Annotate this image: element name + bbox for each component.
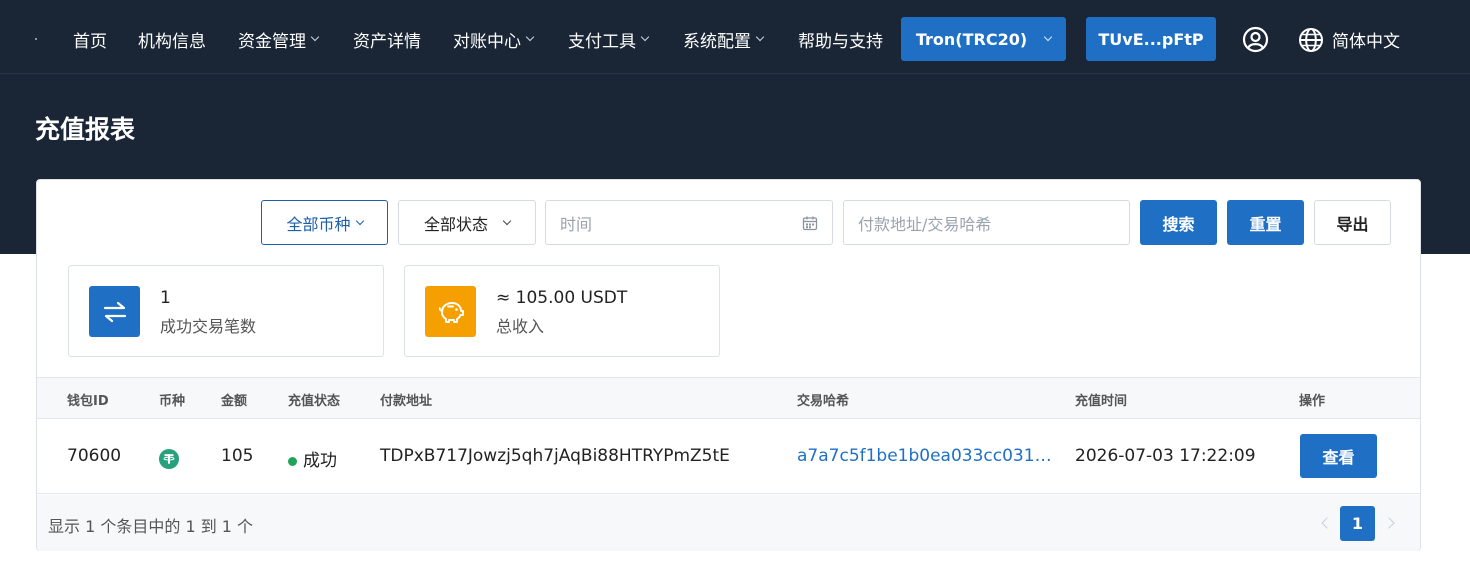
column-header-payer-address: 付款地址 bbox=[380, 394, 433, 409]
wallet-label: TUvE...pFtP bbox=[1098, 29, 1204, 49]
nav-item-label: 资金管理 bbox=[238, 31, 306, 52]
network-select-button[interactable]: Tron(TRC20) bbox=[901, 17, 1066, 61]
cell-wallet-id: 70600 bbox=[67, 446, 122, 466]
chevron-down-icon bbox=[355, 216, 364, 225]
column-header-wallet-id: 钱包ID bbox=[67, 394, 109, 409]
cell-status: 成功 bbox=[288, 446, 337, 471]
currency-filter-select[interactable]: 全部币种 bbox=[261, 200, 388, 245]
tx-hash-link[interactable]: a7a7c5f1be1b0ea033cc031… bbox=[797, 446, 1052, 466]
piggy-bank-icon bbox=[425, 286, 476, 337]
nav-item-label: 对账中心 bbox=[453, 31, 521, 52]
time-placeholder: 时间 bbox=[560, 214, 593, 234]
column-header-status: 充值状态 bbox=[288, 394, 341, 409]
chevron-down-icon bbox=[502, 216, 512, 225]
user-circle-icon[interactable] bbox=[1242, 26, 1269, 53]
stat-value: 1 bbox=[160, 288, 171, 308]
time-range-input[interactable]: 时间 bbox=[545, 200, 833, 245]
stat-label: 总收入 bbox=[496, 317, 545, 336]
nav-item-institution[interactable]: 机构信息 bbox=[138, 26, 206, 52]
nav-item-label: 系统配置 bbox=[683, 31, 751, 52]
stat-value: ≈ 105.00 USDT bbox=[496, 288, 628, 308]
chevron-down-icon bbox=[1043, 32, 1053, 42]
nav-item-assets[interactable]: 资产详情 bbox=[353, 26, 421, 52]
pagination-page-1[interactable]: 1 bbox=[1340, 506, 1375, 541]
chevron-down-icon bbox=[640, 32, 650, 42]
wallet-address-button[interactable]: TUvE...pFtP bbox=[1086, 17, 1216, 61]
status-filter-label: 全部状态 bbox=[423, 214, 488, 234]
tether-icon bbox=[159, 449, 179, 469]
cell-time: 2026-07-03 17:22:09 bbox=[1075, 446, 1256, 466]
stat-label: 成功交易笔数 bbox=[160, 317, 257, 336]
cell-payer-address: TDPxB717Jowzj5qh7jAqBi88HTRYPmZ5tE bbox=[380, 446, 730, 466]
export-button[interactable]: 导出 bbox=[1314, 200, 1391, 245]
chevron-down-icon bbox=[755, 32, 765, 42]
chevron-left-icon[interactable] bbox=[1321, 517, 1333, 529]
currency-filter-label: 全部币种 bbox=[286, 214, 351, 234]
page-title: 充值报表 bbox=[35, 115, 136, 144]
network-label: Tron(TRC20) bbox=[915, 29, 1028, 49]
address-hash-search-input[interactable]: 付款地址/交易哈希 bbox=[843, 200, 1130, 245]
nav-item-payment-tools[interactable]: 支付工具 bbox=[568, 26, 650, 52]
nav-item-home[interactable]: 首页 bbox=[73, 26, 107, 52]
status-text: 成功 bbox=[303, 451, 337, 471]
report-card: 全部币种 全部状态 时间 付款地址/交易哈希 搜索 重置 导出 1 成功交易笔数… bbox=[36, 179, 1421, 551]
chevron-right-icon[interactable] bbox=[1383, 517, 1395, 529]
chevron-down-icon bbox=[310, 32, 320, 42]
calendar-icon bbox=[802, 215, 818, 231]
pagination-summary: 显示 1 个条目中的 1 到 1 个 bbox=[48, 517, 254, 536]
table-header: 钱包ID 币种 金额 充值状态 付款地址 交易哈希 充值时间 操作 bbox=[37, 377, 1420, 419]
table-footer: 显示 1 个条目中的 1 到 1 个 1 bbox=[37, 495, 1420, 551]
language-selector[interactable]: 简体中文 bbox=[1298, 26, 1400, 53]
nav-item-label: 机构信息 bbox=[138, 31, 206, 52]
column-header-action: 操作 bbox=[1299, 394, 1326, 409]
stat-card-total-income: ≈ 105.00 USDT 总收入 bbox=[404, 265, 720, 357]
column-header-time: 充值时间 bbox=[1075, 394, 1128, 409]
nav-item-funds[interactable]: 资金管理 bbox=[238, 26, 320, 52]
top-navigation: 首页 机构信息 资金管理 资产详情 对账中心 支付工具 系统配置 帮助与支持 T… bbox=[0, 4, 1470, 74]
column-header-tx-hash: 交易哈希 bbox=[797, 394, 850, 409]
table-row: 70600 105 成功 TDPxB717Jowzj5qh7jAqBi88HTR… bbox=[37, 419, 1420, 494]
nav-item-label: 资产详情 bbox=[353, 31, 421, 52]
chevron-down-icon bbox=[525, 32, 535, 42]
nav-item-label: 帮助与支持 bbox=[798, 31, 883, 52]
globe-icon bbox=[1298, 27, 1324, 53]
status-filter-select[interactable]: 全部状态 bbox=[398, 200, 536, 245]
column-header-amount: 金额 bbox=[221, 394, 248, 409]
nav-item-reconciliation[interactable]: 对账中心 bbox=[453, 26, 535, 52]
swap-arrows-icon bbox=[89, 286, 140, 337]
cell-amount: 105 bbox=[221, 446, 254, 466]
search-button[interactable]: 搜索 bbox=[1140, 200, 1217, 245]
nav-item-system-config[interactable]: 系统配置 bbox=[683, 26, 765, 52]
stat-card-success-count: 1 成功交易笔数 bbox=[68, 265, 384, 357]
search-placeholder: 付款地址/交易哈希 bbox=[858, 214, 992, 234]
view-button[interactable]: 查看 bbox=[1300, 434, 1377, 478]
nav-item-label: 首页 bbox=[73, 31, 107, 52]
status-dot-icon bbox=[288, 456, 297, 466]
language-label: 简体中文 bbox=[1332, 32, 1400, 52]
nav-item-help[interactable]: 帮助与支持 bbox=[798, 26, 883, 52]
nav-item-label: 支付工具 bbox=[568, 31, 636, 52]
nav-logo-dot bbox=[35, 38, 37, 40]
reset-button[interactable]: 重置 bbox=[1227, 200, 1304, 245]
column-header-currency: 币种 bbox=[159, 394, 186, 409]
